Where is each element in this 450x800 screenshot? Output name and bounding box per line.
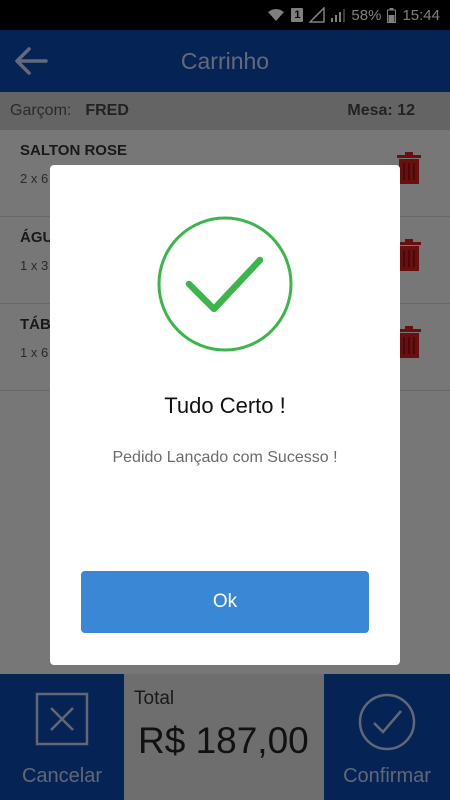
dialog-title: Tudo Certo ! bbox=[164, 393, 286, 418]
dialog-message: Pedido Lançado com Sucesso ! bbox=[112, 449, 338, 466]
success-dialog: Tudo Certo ! Pedido Lançado com Sucesso … bbox=[50, 165, 400, 665]
success-check-icon bbox=[157, 216, 293, 352]
ok-button[interactable]: Ok bbox=[81, 571, 369, 633]
